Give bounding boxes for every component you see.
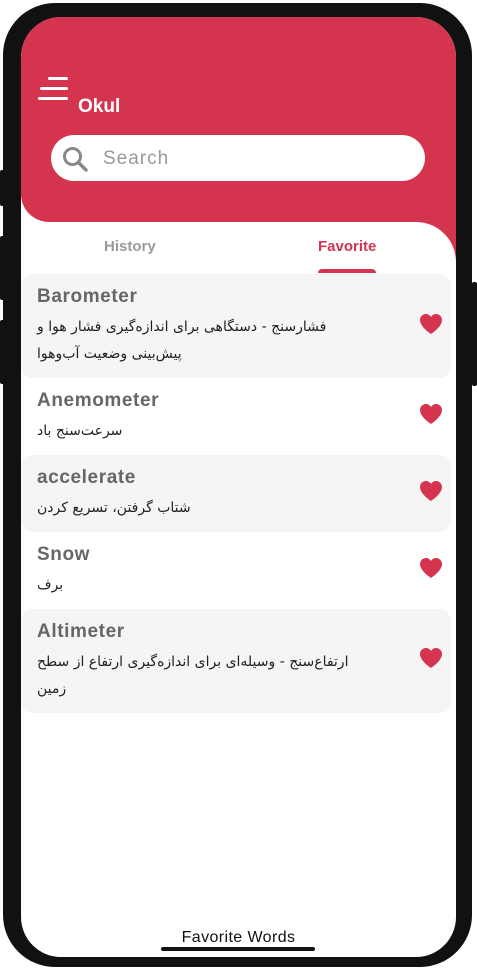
item-word: Altimeter	[37, 621, 125, 642]
list-item[interactable]: Barometer فشارسنج - دستگاهی برای اندازه‌…	[21, 274, 451, 378]
item-word: Anemometer	[37, 390, 160, 411]
search-icon	[63, 147, 88, 172]
tab-bar: History Favorite	[21, 222, 456, 274]
app-header: Okul	[21, 17, 456, 222]
heart-icon[interactable]	[419, 403, 443, 425]
tab-favorite[interactable]: Favorite	[318, 238, 376, 255]
item-meaning: فشارسنج - دستگاهی برای اندازه‌گیری فشار …	[37, 319, 327, 362]
item-word: Snow	[37, 544, 91, 565]
item-word: Barometer	[37, 286, 138, 307]
item-meaning: شتاب گرفتن، تسریع کردن	[37, 500, 191, 516]
item-word: accelerate	[37, 467, 136, 488]
heart-icon[interactable]	[419, 313, 443, 335]
search-input[interactable]	[101, 143, 405, 175]
tab-history[interactable]: History	[104, 238, 156, 255]
heart-icon[interactable]	[419, 480, 443, 502]
home-indicator[interactable]	[161, 947, 315, 951]
list-item[interactable]: accelerate شتاب گرفتن، تسریع کردن	[21, 455, 451, 532]
item-meaning: برف	[37, 577, 64, 593]
side-button-volume-down	[0, 320, 5, 384]
side-button-volume-up	[0, 236, 5, 300]
search-bar[interactable]	[51, 135, 425, 181]
heart-icon[interactable]	[419, 647, 443, 669]
hamburger-menu-icon[interactable]	[38, 77, 68, 101]
list-item[interactable]: Anemometer سرعت‌سنج باد	[21, 378, 451, 455]
item-meaning: ارتفاع‌سنج - وسیله‌ای برای اندازه‌گیری ا…	[37, 654, 349, 697]
active-tab-indicator	[318, 269, 376, 273]
bottom-caption: Favorite Words	[181, 929, 296, 946]
list-item[interactable]: Snow برف	[21, 532, 451, 609]
side-button-silent	[0, 170, 5, 206]
heart-icon[interactable]	[419, 557, 443, 579]
app-screen: Okul History Favorite Barometer فشارسنج …	[21, 17, 456, 957]
side-button-power	[472, 282, 477, 386]
list-item[interactable]: Altimeter ارتفاع‌سنج - وسیله‌ای برای اند…	[21, 609, 451, 713]
favorite-list: Barometer فشارسنج - دستگاهی برای اندازه‌…	[21, 274, 456, 713]
app-title: Okul	[78, 96, 121, 117]
item-meaning: سرعت‌سنج باد	[37, 423, 123, 439]
